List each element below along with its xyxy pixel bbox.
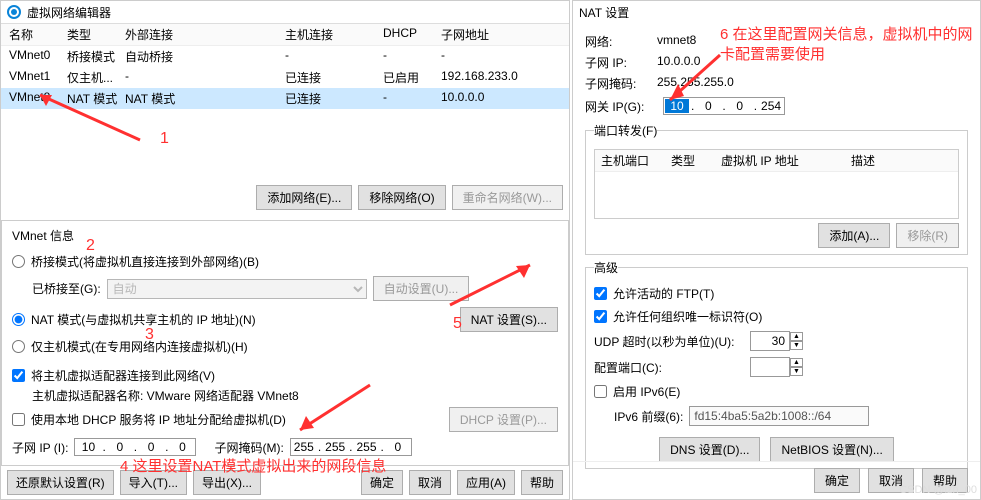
host-only-radio[interactable]	[12, 340, 25, 353]
table-row[interactable]: VMnet8 NAT 模式 NAT 模式 已连接 - 10.0.0.0	[1, 88, 569, 109]
window-title: 虚拟网络编辑器	[27, 4, 111, 21]
nat-ok-button[interactable]: 确定	[814, 468, 860, 493]
advanced-section: 高级 允许活动的 FTP(T) 允许任何组织唯一标识符(O) UDP 超时(以秒…	[585, 259, 968, 469]
bridge-mode-radio[interactable]	[12, 255, 25, 268]
use-dhcp-checkbox[interactable]	[12, 413, 25, 426]
auto-settings-button: 自动设置(U)...	[373, 276, 470, 301]
nat-mode-radio[interactable]	[12, 313, 25, 326]
col-type[interactable]: 类型	[67, 26, 125, 43]
col-host[interactable]: 主机连接	[285, 26, 383, 43]
nat-titlebar: NAT 设置	[573, 1, 980, 23]
port-forward-table[interactable]: 主机端口 类型 虚拟机 IP 地址 描述	[594, 149, 959, 219]
subnet-ip-input[interactable]: . . .	[74, 438, 196, 456]
allow-oui-checkbox[interactable]	[594, 310, 607, 323]
port-add-button[interactable]: 添加(A)...	[818, 223, 890, 248]
udp-timeout-spinner[interactable]: ▲▼	[750, 331, 803, 351]
col-dhcp[interactable]: DHCP	[383, 26, 441, 43]
virtual-network-editor-window: 虚拟网络编辑器 名称 类型 外部连接 主机连接 DHCP 子网地址 VMnet0…	[0, 0, 570, 500]
spinner-down-icon: ▼	[790, 341, 803, 350]
allow-ftp-checkbox[interactable]	[594, 287, 607, 300]
enable-ipv6-checkbox[interactable]	[594, 385, 607, 398]
titlebar: 虚拟网络编辑器	[1, 1, 569, 23]
nat-network-value: vmnet8	[657, 33, 696, 50]
ok-button[interactable]: 确定	[361, 470, 403, 495]
apply-button[interactable]: 应用(A)	[457, 470, 515, 495]
subnet-mask-input[interactable]: . . .	[290, 438, 412, 456]
connect-host-adapter-checkbox[interactable]	[12, 369, 25, 382]
vmnet-info-title: VMnet 信息	[12, 227, 558, 244]
app-icon	[7, 5, 21, 19]
remove-network-button[interactable]: 移除网络(O)	[358, 185, 445, 210]
watermark: CSDN @lzh_00	[899, 484, 977, 496]
adapter-name-label: 主机虚拟适配器名称: VMware 网络适配器 VMnet8	[32, 387, 558, 404]
spinner-up-icon: ▲	[790, 332, 803, 341]
help-button[interactable]: 帮助	[521, 470, 563, 495]
col-ext[interactable]: 外部连接	[125, 26, 285, 43]
table-row[interactable]: VMnet0 桥接模式 自动桥接 - - -	[1, 46, 569, 67]
config-port-spinner[interactable]: ▲▼	[750, 357, 803, 377]
dns-settings-button[interactable]: DNS 设置(D)...	[659, 437, 760, 462]
network-table: 名称 类型 外部连接 主机连接 DHCP 子网地址 VMnet0 桥接模式 自动…	[1, 23, 569, 109]
table-row[interactable]: VMnet1 仅主机... - 已连接 已启用 192.168.233.0	[1, 67, 569, 88]
col-name[interactable]: 名称	[9, 26, 67, 43]
ipv6-prefix-input	[689, 406, 869, 426]
netbios-settings-button[interactable]: NetBIOS 设置(N)...	[770, 437, 893, 462]
import-button[interactable]: 导入(T)...	[120, 470, 187, 495]
col-subnet[interactable]: 子网地址	[441, 26, 561, 43]
nat-settings-button[interactable]: NAT 设置(S)...	[460, 307, 558, 332]
export-button[interactable]: 导出(X)...	[193, 470, 261, 495]
gateway-ip-input[interactable]: . . .	[663, 97, 785, 115]
port-remove-button: 移除(R)	[896, 223, 959, 248]
nat-settings-dialog: NAT 设置 网络:vmnet8 子网 IP:10.0.0.0 子网掩码:255…	[572, 0, 981, 500]
dhcp-settings-button: DHCP 设置(P)...	[449, 407, 558, 432]
restore-defaults-button[interactable]: 还原默认设置(R)	[7, 470, 114, 495]
port-forward-section: 端口转发(F) 主机端口 类型 虚拟机 IP 地址 描述 添加(A)... 移除…	[585, 122, 968, 255]
cancel-button[interactable]: 取消	[409, 470, 451, 495]
table-header: 名称 类型 外部连接 主机连接 DHCP 子网地址	[1, 24, 569, 46]
nat-subnet-ip-value: 10.0.0.0	[657, 54, 700, 71]
nat-subnet-mask-value: 255.255.255.0	[657, 75, 734, 92]
add-network-button[interactable]: 添加网络(E)...	[256, 185, 352, 210]
bridged-to-select: 自动	[107, 279, 367, 299]
vmnet-info-section: VMnet 信息 桥接模式(将虚拟机直接连接到外部网络)(B) 已桥接至(G):…	[1, 220, 569, 466]
nat-title: NAT 设置	[579, 4, 629, 21]
rename-network-button: 重命名网络(W)...	[452, 185, 563, 210]
